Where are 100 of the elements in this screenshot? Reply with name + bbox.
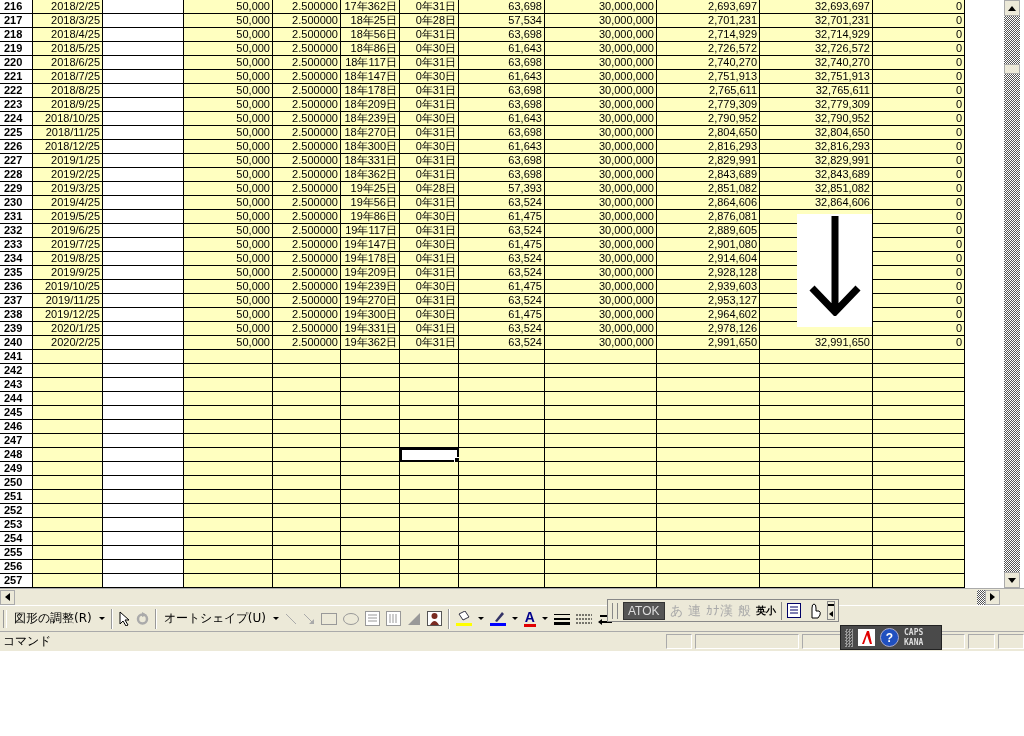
pointer-icon[interactable] bbox=[118, 611, 130, 626]
row-header[interactable]: 242 bbox=[0, 364, 33, 378]
table-cell: 50,000 bbox=[184, 42, 273, 56]
row-header[interactable]: 227 bbox=[0, 154, 33, 168]
table-cell: 0年31日 bbox=[400, 224, 459, 238]
caret-icon[interactable] bbox=[477, 617, 484, 620]
draw-menu[interactable]: 図形の調整(R) bbox=[13, 609, 93, 628]
table-cell: 2.500000 bbox=[273, 98, 341, 112]
table-cell: 2,851,082 bbox=[657, 182, 760, 196]
table-cell: 2019/2/25 bbox=[33, 168, 103, 182]
table-cell: 0年31日 bbox=[400, 126, 459, 140]
row-header[interactable]: 255 bbox=[0, 546, 33, 560]
horizontal-scrollbar[interactable] bbox=[0, 588, 1024, 605]
table-cell: 63,698 bbox=[459, 28, 545, 42]
row-header[interactable]: 253 bbox=[0, 518, 33, 532]
vertical-scrollbar[interactable] bbox=[1004, 0, 1020, 588]
table-cell: 63,524 bbox=[459, 252, 545, 266]
row-header[interactable]: 241 bbox=[0, 350, 33, 364]
row-header[interactable]: 257 bbox=[0, 574, 33, 588]
list-icon[interactable] bbox=[786, 603, 801, 618]
vertical-text-box-icon[interactable] bbox=[385, 611, 401, 626]
row-header[interactable]: 222 bbox=[0, 84, 33, 98]
caret-icon[interactable] bbox=[272, 617, 279, 620]
scroll-thumb[interactable] bbox=[977, 589, 985, 605]
row-header[interactable]: 224 bbox=[0, 112, 33, 126]
row-header[interactable]: 225 bbox=[0, 126, 33, 140]
row-header[interactable]: 220 bbox=[0, 56, 33, 70]
left-arrow-icon[interactable] bbox=[5, 593, 10, 601]
row-header[interactable]: 254 bbox=[0, 532, 33, 546]
table-cell: 0年28日 bbox=[400, 14, 459, 28]
up-arrow-icon[interactable] bbox=[1008, 5, 1016, 11]
table-cell: 2.500000 bbox=[273, 210, 341, 224]
row-header[interactable]: 248 bbox=[0, 448, 33, 462]
row-header[interactable]: 236 bbox=[0, 280, 33, 294]
help-button[interactable]: ? bbox=[880, 628, 899, 647]
line-color-icon[interactable] bbox=[489, 611, 506, 626]
table-cell: 2.500000 bbox=[273, 182, 341, 196]
row-header[interactable]: 252 bbox=[0, 504, 33, 518]
row-header[interactable]: 235 bbox=[0, 266, 33, 280]
dash-style-icon[interactable] bbox=[576, 612, 592, 625]
row-header[interactable]: 230 bbox=[0, 196, 33, 210]
row-header[interactable]: 221 bbox=[0, 70, 33, 84]
table-cell: 2.500000 bbox=[273, 266, 341, 280]
table-cell: 2,765,611 bbox=[657, 84, 760, 98]
table-cell: 0 bbox=[873, 0, 965, 14]
ime-logo-icon[interactable] bbox=[858, 629, 875, 646]
row-header[interactable]: 256 bbox=[0, 560, 33, 574]
table-cell: 19年86日 bbox=[341, 210, 400, 224]
row-header[interactable]: 229 bbox=[0, 182, 33, 196]
row-header[interactable]: 217 bbox=[0, 14, 33, 28]
row-header[interactable]: 231 bbox=[0, 210, 33, 224]
ime-logo[interactable]: ATOK bbox=[623, 601, 665, 620]
scroll-thumb[interactable] bbox=[1004, 64, 1020, 74]
left-arrow-icon[interactable] bbox=[828, 610, 833, 617]
autoshape-menu[interactable]: オートシェイプ(U) bbox=[162, 609, 267, 628]
row-header[interactable]: 240 bbox=[0, 336, 33, 350]
text-box-icon[interactable] bbox=[364, 611, 380, 626]
row-header[interactable]: 218 bbox=[0, 28, 33, 42]
grip-handle[interactable] bbox=[845, 628, 853, 647]
row-header[interactable]: 243 bbox=[0, 378, 33, 392]
table-cell: 0 bbox=[873, 42, 965, 56]
row-header[interactable]: 244 bbox=[0, 392, 33, 406]
font-color-button[interactable]: A bbox=[523, 610, 536, 627]
right-arrow-icon[interactable] bbox=[990, 593, 995, 601]
row-header[interactable]: 239 bbox=[0, 322, 33, 336]
row-header[interactable]: 232 bbox=[0, 224, 33, 238]
table-cell: 32,804,650 bbox=[760, 126, 873, 140]
row-header[interactable]: 247 bbox=[0, 434, 33, 448]
ime-mode-button[interactable]: 英小 bbox=[755, 603, 776, 618]
table-cell: 50,000 bbox=[184, 98, 273, 112]
table-cell: 17年362日 bbox=[341, 0, 400, 14]
row-header[interactable]: 237 bbox=[0, 294, 33, 308]
line-style-icon[interactable] bbox=[554, 612, 570, 625]
table-cell: 30,000,000 bbox=[545, 280, 657, 294]
caret-icon[interactable] bbox=[98, 617, 105, 620]
table-cell: 0年31日 bbox=[400, 28, 459, 42]
row-header[interactable]: 216 bbox=[0, 0, 33, 14]
caret-icon[interactable] bbox=[542, 617, 548, 620]
row-header[interactable]: 251 bbox=[0, 490, 33, 504]
fill-color-icon[interactable] bbox=[455, 611, 472, 626]
row-header[interactable]: 223 bbox=[0, 98, 33, 112]
row-header[interactable]: 226 bbox=[0, 140, 33, 154]
row-header[interactable]: 234 bbox=[0, 252, 33, 266]
table-cell: 50,000 bbox=[184, 252, 273, 266]
table-cell: 2.500000 bbox=[273, 126, 341, 140]
caret-icon[interactable] bbox=[511, 617, 518, 620]
row-header[interactable]: 249 bbox=[0, 462, 33, 476]
table-cell: 2018/3/25 bbox=[33, 14, 103, 28]
clip-art-icon[interactable] bbox=[426, 611, 442, 626]
row-header[interactable]: 228 bbox=[0, 168, 33, 182]
row-header[interactable]: 219 bbox=[0, 42, 33, 56]
row-header[interactable]: 250 bbox=[0, 476, 33, 490]
row-header[interactable]: 246 bbox=[0, 420, 33, 434]
selected-cell[interactable] bbox=[400, 448, 459, 462]
row-header[interactable]: 238 bbox=[0, 308, 33, 322]
row-header[interactable]: 233 bbox=[0, 238, 33, 252]
table-cell: 0年30日 bbox=[400, 140, 459, 154]
table-cell: 2.500000 bbox=[273, 196, 341, 210]
down-arrow-icon[interactable] bbox=[1008, 577, 1016, 583]
row-header[interactable]: 245 bbox=[0, 406, 33, 420]
